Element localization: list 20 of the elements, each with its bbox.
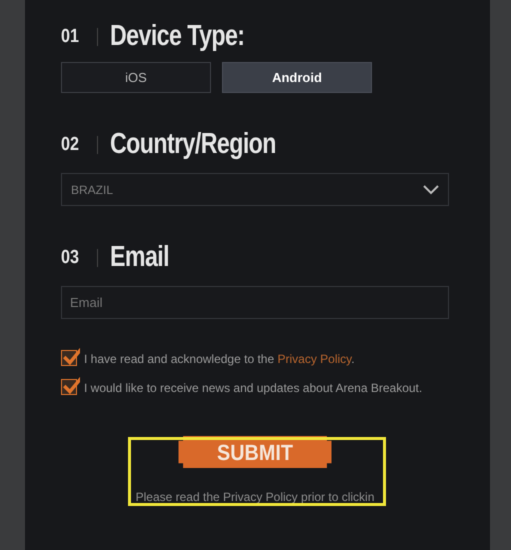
check-icon: [62, 377, 80, 395]
email-field[interactable]: Email: [61, 286, 449, 319]
device-option[interactable]: iOS: [61, 62, 211, 93]
check-icon: [62, 348, 80, 366]
privacy-policy-link[interactable]: Privacy Policy: [277, 352, 352, 366]
device-option[interactable]: Android: [222, 62, 372, 93]
consent-text: I would like to receive news and updates about Arena Breakout.: [84, 380, 422, 397]
step-number: 03: [61, 246, 80, 270]
chevron-down-icon: [423, 184, 439, 194]
country-select[interactable]: BRAZIL: [61, 173, 449, 206]
checkbox[interactable]: [61, 379, 77, 395]
section-title: Device Type:: [110, 19, 244, 54]
consent-text: I have read and acknowledge to the Privacy Policy.: [84, 351, 355, 368]
checkbox[interactable]: [61, 350, 77, 366]
step-number: 01: [61, 24, 80, 49]
submit-button[interactable]: SUBMIT: [178, 436, 332, 468]
privacy-note: Please read the Privacy Policy prior to clickin: [136, 489, 374, 506]
step-number: 02: [61, 132, 80, 157]
section-title: Country/Region: [110, 127, 276, 162]
section-title: Email: [110, 240, 169, 276]
